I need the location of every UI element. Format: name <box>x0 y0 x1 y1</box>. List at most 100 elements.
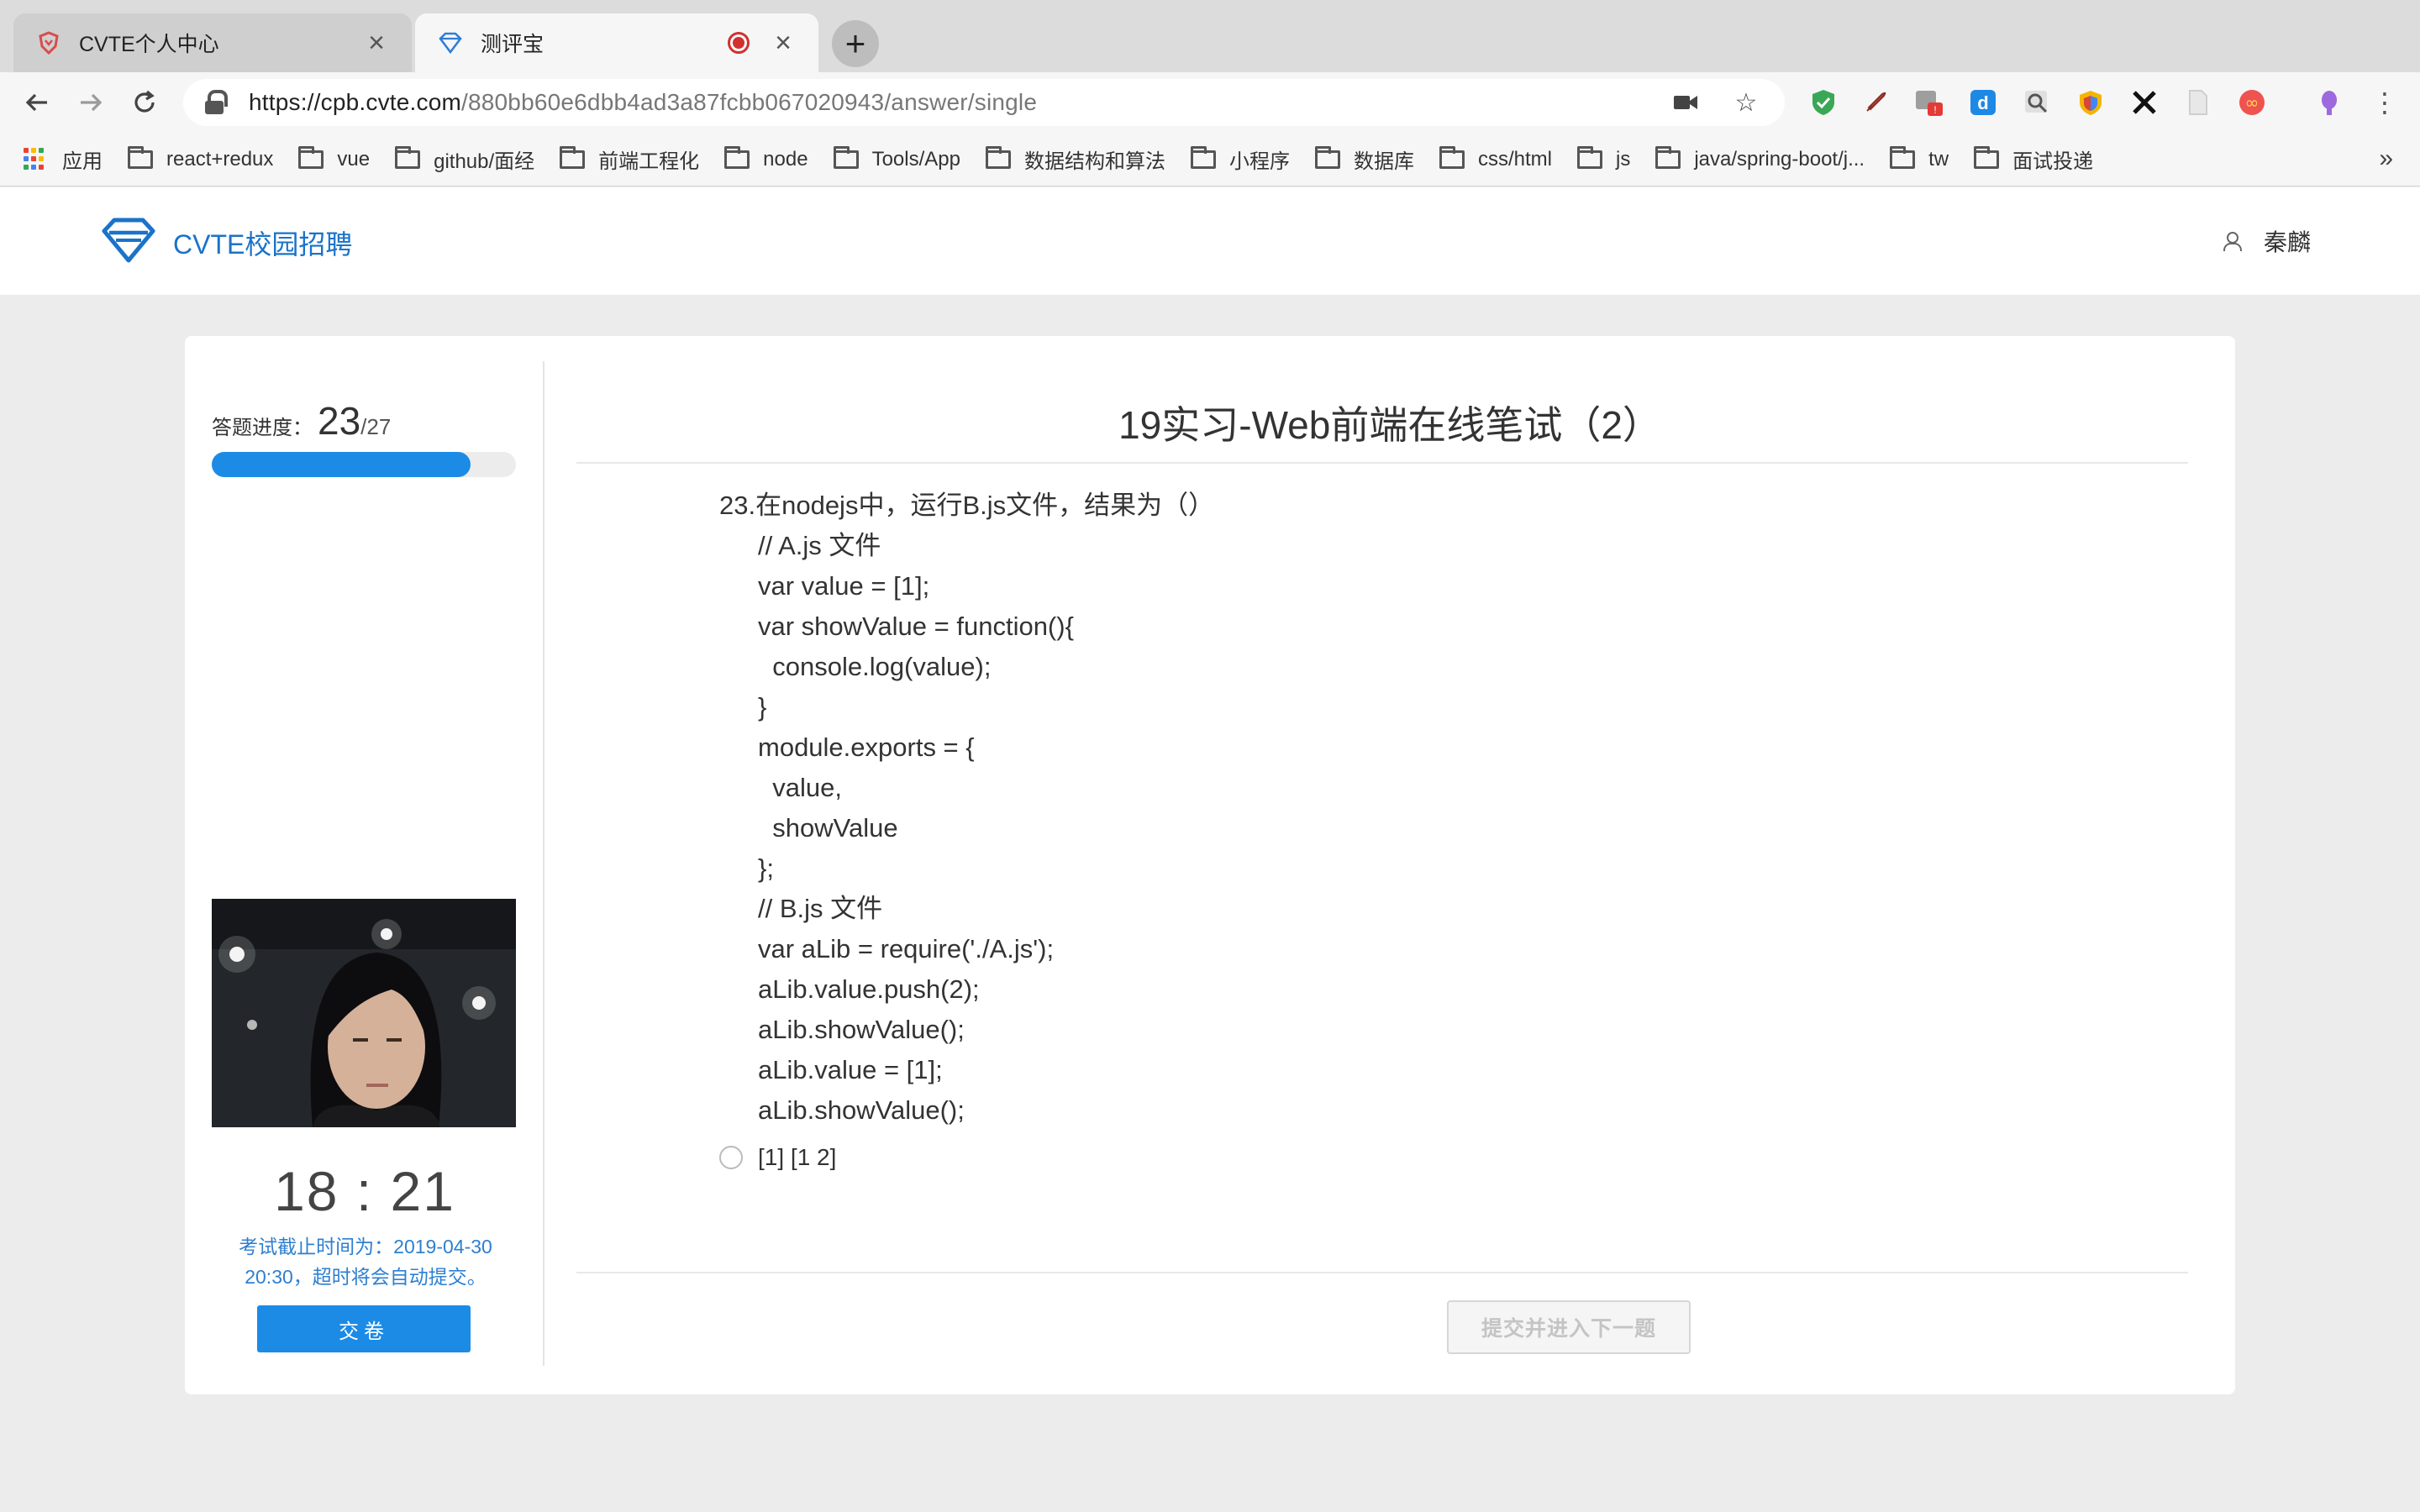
bookmark-folder[interactable]: 数据库 <box>1314 144 1414 174</box>
countdown-timer: 18 : 21 <box>274 1160 455 1222</box>
submit-exam-button[interactable]: 交卷 <box>257 1305 471 1352</box>
bookmark-label: css/html <box>1477 147 1552 171</box>
extension-badge-icon[interactable]: ! <box>1912 86 1946 119</box>
bookmarks-bar: 应用 react+redux vue github/面经 前端工程化 node … <box>0 133 2420 186</box>
bookmark-folder[interactable]: node <box>724 145 808 171</box>
tab-cepingbao[interactable]: 测评宝 × <box>415 13 818 72</box>
crossed-tools-icon[interactable] <box>2128 86 2161 119</box>
progress-label: 答题进度： 23 /27 <box>212 398 391 444</box>
progress-label-text: 答题进度： <box>212 417 313 439</box>
url-path: /880bb60e6dbb4ad3a87fcbb067020943/answer… <box>461 89 1038 115</box>
profile-avatar-icon[interactable] <box>2312 86 2346 119</box>
bookmark-label: 小程序 <box>1228 150 1290 173</box>
submit-next-button[interactable]: 提交并进入下一题 <box>1447 1300 1691 1354</box>
url-text: https://cpb.cvte.com/880bb60e6dbb4ad3a87… <box>249 89 1644 116</box>
bookmark-label: 数据库 <box>1353 150 1414 173</box>
bookmark-folder[interactable]: tw <box>1890 145 1949 171</box>
tab-cvte-personal-center[interactable]: CVTE个人中心 × <box>13 13 412 72</box>
bookmark-folder[interactable]: java/spring-boot/j... <box>1655 145 1865 171</box>
question-footer <box>576 1272 2188 1394</box>
tab-title: CVTE个人中心 <box>79 33 219 56</box>
url-host: https://cpb.cvte.com <box>249 89 461 115</box>
folder-icon <box>833 145 859 169</box>
folder-icon <box>1314 145 1340 169</box>
new-tab-button[interactable]: + <box>832 20 879 67</box>
browser-menu-icon[interactable]: ⋮ <box>2368 86 2402 119</box>
code-line: value, <box>758 773 842 802</box>
cvte-shield-icon <box>35 29 62 56</box>
infinity-icon[interactable]: ∞ <box>2235 86 2269 119</box>
bookmark-label: 前端工程化 <box>598 150 700 173</box>
deadline-line: 20:30，超时将会自动提交。 <box>245 1266 487 1288</box>
bookmark-folder[interactable]: 面试投递 <box>1974 144 2093 174</box>
code-line: var showValue = function(){ <box>758 612 1074 641</box>
code-line: // A.js 文件 <box>758 531 881 560</box>
bookmark-folder[interactable]: 小程序 <box>1190 144 1290 174</box>
code-line: aLib.showValue(); <box>758 1015 965 1044</box>
lock-icon <box>203 90 228 115</box>
folder-icon <box>1439 145 1465 169</box>
close-icon[interactable]: × <box>363 29 390 57</box>
shield-check-icon[interactable] <box>1807 86 1840 119</box>
brand-name: CVTE校园招聘 <box>173 228 353 260</box>
bookmarks-overflow-chevron[interactable]: » <box>2379 144 2393 173</box>
code-line: module.exports = { <box>758 732 975 762</box>
colorful-shield-icon[interactable] <box>2074 86 2107 119</box>
user-name: 秦麟 <box>2263 229 2311 255</box>
close-icon[interactable]: × <box>770 29 797 57</box>
folder-icon <box>1890 145 1916 169</box>
rocket-icon[interactable] <box>1859 86 1892 119</box>
bookmark-label: tw <box>1928 147 1949 171</box>
code-line: var value = [1]; <box>758 571 930 601</box>
dict-d-icon[interactable]: d <box>1966 86 2000 119</box>
user-menu[interactable]: 秦麟 <box>2223 224 2311 258</box>
document-faded-icon[interactable] <box>2181 86 2215 119</box>
bookmark-label: java/spring-boot/j... <box>1694 147 1865 171</box>
magnifier-icon[interactable] <box>2020 86 2054 119</box>
deadline-notice: 考试截止时间为：2019-04-30 20:30，超时将会自动提交。 <box>210 1231 521 1292</box>
bookmark-folder[interactable]: 数据结构和算法 <box>985 144 1165 174</box>
code-line: console.log(value); <box>758 652 992 681</box>
exam-card: 答题进度： 23 /27 18: 21 考试截止时间为：2019-04-30 … <box>185 336 2235 1394</box>
user-icon <box>2223 232 2242 251</box>
bookmark-folder[interactable]: vue <box>298 145 370 171</box>
bookmark-apps[interactable]: 应用 <box>24 144 103 174</box>
progress-bar <box>212 452 516 477</box>
bookmark-folder[interactable]: github/面经 <box>395 144 534 174</box>
site-logo[interactable]: CVTE校园招聘 <box>101 216 352 269</box>
question-title: 23.在nodejs中，运行B.js文件，结果为（） <box>719 491 1215 520</box>
bookmark-star-icon[interactable]: ☆ <box>1728 84 1765 121</box>
bookmark-folder[interactable]: css/html <box>1439 145 1552 171</box>
answer-option[interactable]: [1] [1 2] <box>719 1144 1896 1171</box>
bookmark-label: 面试投递 <box>2012 150 2094 173</box>
folder-icon <box>1576 145 1602 169</box>
bookmark-label: react+redux <box>166 147 274 171</box>
bookmark-folder[interactable]: js <box>1576 145 1630 171</box>
bookmark-folder[interactable]: Tools/App <box>833 145 960 171</box>
back-arrow-icon[interactable] <box>18 84 55 121</box>
code-line: aLib.value = [1]; <box>758 1055 943 1084</box>
bookmark-label: github/面经 <box>434 150 535 173</box>
exam-sidebar: 答题进度： 23 /27 18: 21 考试截止时间为：2019-04-30 … <box>185 361 544 1366</box>
site-header: CVTE校园招聘 秦麟 <box>0 187 2420 295</box>
code-line: showValue <box>758 813 898 843</box>
svg-text:∞: ∞ <box>2245 92 2260 113</box>
option-text: [1] [1 2] <box>758 1144 837 1170</box>
code-line: aLib.value.push(2); <box>758 974 980 1004</box>
address-bar[interactable]: https://cpb.cvte.com/880bb60e6dbb4ad3a87… <box>183 79 1785 126</box>
bookmark-folder[interactable]: react+redux <box>128 145 274 171</box>
bookmark-label: 应用 <box>62 150 103 173</box>
radio-button[interactable] <box>719 1146 743 1169</box>
camera-icon[interactable] <box>1667 84 1704 121</box>
forward-arrow-icon[interactable] <box>72 84 109 121</box>
bookmark-label: Tools/App <box>871 147 960 171</box>
bookmark-folder[interactable]: 前端工程化 <box>560 144 699 174</box>
browser-toolbar: https://cpb.cvte.com/880bb60e6dbb4ad3a87… <box>0 72 2420 133</box>
folder-icon <box>1655 145 1681 169</box>
tab-title: 测评宝 <box>481 33 544 56</box>
reload-icon[interactable] <box>126 84 163 121</box>
deadline-line: 考试截止时间为：2019-04-30 <box>239 1236 492 1257</box>
folder-icon <box>298 145 324 169</box>
progress-current: 23 <box>318 399 361 443</box>
svg-text:!: ! <box>1933 104 1936 116</box>
